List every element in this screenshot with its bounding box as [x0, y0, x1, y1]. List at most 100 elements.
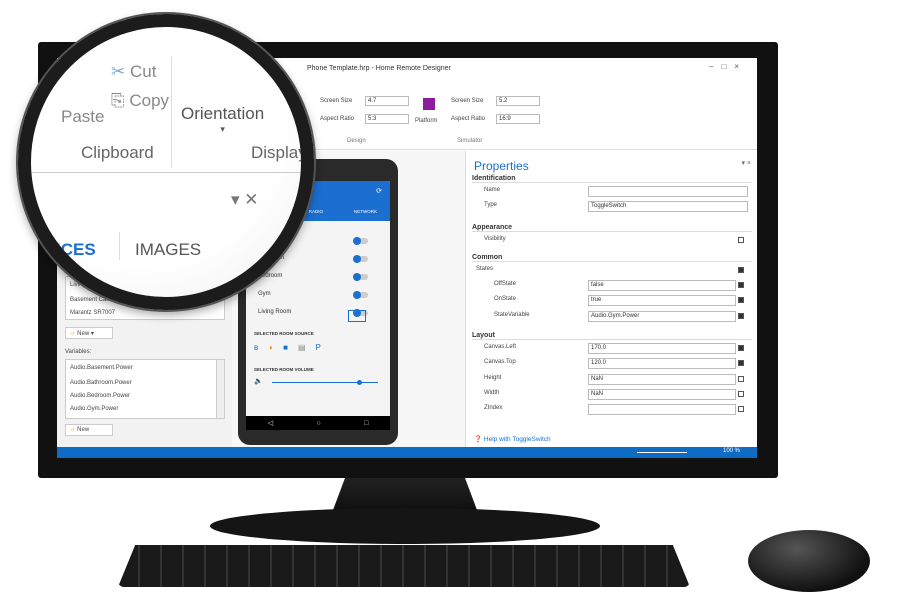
windows-platform-icon[interactable] — [423, 98, 435, 110]
new-icon: ☼ — [70, 427, 76, 433]
list-item[interactable]: Audio.Basement.Power — [66, 360, 224, 377]
prop-checkbox[interactable] — [738, 313, 744, 319]
close-button[interactable]: × — [734, 62, 747, 71]
selection-box[interactable] — [348, 310, 366, 322]
list-item[interactable]: Audio.Gym.Power — [66, 403, 224, 416]
design-aspect-ratio-select[interactable]: 5:3 — [365, 114, 409, 124]
keyboard — [118, 545, 690, 587]
prop-label: Height — [484, 375, 502, 381]
copy-button[interactable]: ⎘ Copy — [111, 91, 169, 111]
variables-list[interactable]: Audio.Basement.Power Audio.Bathroom.Powe… — [65, 359, 225, 419]
prop-input-canvas_left[interactable]: 170.0 — [588, 343, 736, 354]
tab-images[interactable]: IMAGES — [135, 240, 201, 260]
prop-label: OnState — [494, 296, 517, 302]
cut-button[interactable]: ✂ Cut — [111, 62, 156, 82]
room-toggle[interactable] — [353, 291, 368, 299]
list-item[interactable]: Audio.Bathroom.Power — [66, 377, 224, 390]
sync-icon[interactable]: ⟳ — [376, 187, 382, 195]
simulator-group-label: Simulator — [457, 138, 483, 144]
prop-checkbox[interactable] — [738, 360, 744, 366]
orientation-button[interactable]: Orientation ▾ — [181, 104, 264, 135]
prop-checkbox[interactable] — [738, 237, 744, 243]
volume-slider[interactable] — [272, 380, 378, 385]
prop-label: Width — [484, 390, 500, 396]
prop-label: StateVariable — [494, 312, 530, 318]
properties-title: Properties — [474, 159, 529, 173]
minimize-button[interactable]: – — [709, 62, 721, 71]
section-layout: Layout — [472, 332, 752, 340]
maximize-button[interactable]: □ — [721, 62, 734, 71]
prop-checkbox[interactable] — [738, 297, 744, 303]
clipboard-group-label: Clipboard — [81, 143, 154, 162]
design-screen-size-stepper[interactable]: 4.7 — [365, 96, 409, 106]
prop-input-statevar[interactable]: Audio.Gym.Power — [588, 311, 736, 322]
prop-input-name_value[interactable] — [588, 186, 748, 197]
room-toggle[interactable] — [353, 273, 368, 281]
recents-icon[interactable]: □ — [364, 420, 368, 427]
section-appearance: Appearance — [472, 224, 752, 232]
prop-checkbox[interactable] — [738, 282, 744, 288]
prop-input-height[interactable]: NaN — [588, 374, 736, 385]
aspect-ratio-label: Aspect Ratio — [320, 116, 355, 122]
prop-input-type_value[interactable]: ToggleSwitch — [588, 201, 748, 212]
speaker-icon[interactable]: ◖ — [268, 343, 283, 352]
prop-label: Canvas.Top — [484, 359, 516, 365]
prop-input-canvas_top[interactable]: 120.0 — [588, 358, 736, 369]
sim-screen-size-stepper[interactable]: 5.2 — [496, 96, 540, 106]
phone-nav-bar: ◁ ○ □ — [246, 416, 390, 430]
prop-checkbox[interactable] — [738, 391, 744, 397]
mouse — [748, 530, 870, 592]
prop-checkbox[interactable] — [738, 345, 744, 351]
new-label: New — [77, 427, 90, 433]
tab-network[interactable]: NETWORK — [354, 209, 377, 214]
volume-icon: 🔈 — [254, 378, 263, 385]
prop-input-offstate[interactable]: false — [588, 280, 736, 291]
paste-button[interactable]: Paste — [61, 107, 104, 127]
prop-checkbox[interactable] — [738, 267, 744, 273]
room-label: Living Room — [258, 309, 292, 315]
prop-checkbox[interactable] — [738, 406, 744, 412]
help-link[interactable]: ❓ Help with ToggleSwitch — [474, 435, 551, 443]
pandora-icon[interactable]: P — [316, 343, 331, 352]
zoom-slider[interactable] — [637, 452, 687, 453]
home-icon[interactable]: ○ — [316, 420, 320, 427]
room-label: Gym — [258, 291, 271, 297]
zoom-level: 100 % — [723, 448, 741, 454]
room-toggle[interactable] — [353, 255, 368, 263]
windows-icon[interactable]: ■ — [283, 343, 298, 352]
window-controls[interactable]: –□× — [709, 62, 747, 71]
room-toggle[interactable] — [353, 237, 368, 245]
prop-input-width[interactable]: NaN — [588, 389, 736, 400]
display-group-label: Display — [251, 143, 307, 162]
magnifier-lens: Paste ✂ Cut ⎘ Copy Clipboard Orientation… — [18, 14, 314, 310]
help-label: Help with ToggleSwitch — [483, 436, 551, 443]
prop-input-onstate[interactable]: true — [588, 295, 736, 306]
panel-close-icon[interactable]: ▾ × — [741, 159, 751, 167]
prop-checkbox[interactable] — [738, 376, 744, 382]
prop-label: Type — [484, 202, 498, 208]
status-bar: 100 % — [57, 447, 757, 458]
help-icon: ❓ — [474, 436, 483, 443]
sim-aspect-ratio-select[interactable]: 16:9 — [496, 114, 540, 124]
section-common: Common — [472, 254, 752, 262]
new-icon: ☼ — [70, 331, 76, 337]
new-device-button[interactable]: ☼ New ▾ — [65, 327, 113, 339]
tab-devices[interactable]: ICES — [56, 240, 96, 260]
scrollbar[interactable] — [216, 360, 224, 418]
platform-button[interactable]: Platform — [415, 118, 437, 124]
source-icons[interactable]: ʙ◖■▤P — [254, 343, 331, 352]
prop-label: States — [476, 266, 494, 272]
prop-input-zindex[interactable] — [588, 404, 736, 415]
pane-close-icon[interactable]: ▾ ✕ — [231, 190, 259, 210]
prop-label: Visibility — [484, 236, 506, 242]
tv-icon[interactable]: ▤ — [298, 343, 316, 352]
new-variable-button[interactable]: ☼ New — [65, 424, 113, 436]
window-title: Phone Template.hrp - Home Remote Designe… — [307, 65, 451, 72]
list-item[interactable]: Audio.Bedroom.Power — [66, 390, 224, 403]
back-icon[interactable]: ◁ — [268, 419, 273, 427]
bluetooth-icon[interactable]: ʙ — [254, 343, 268, 352]
list-item[interactable]: Marantz SR7007 — [66, 307, 224, 320]
new-label: New — [77, 331, 90, 337]
volume-slider-thumb[interactable] — [356, 380, 362, 385]
variables-label: Variables: — [65, 349, 92, 355]
